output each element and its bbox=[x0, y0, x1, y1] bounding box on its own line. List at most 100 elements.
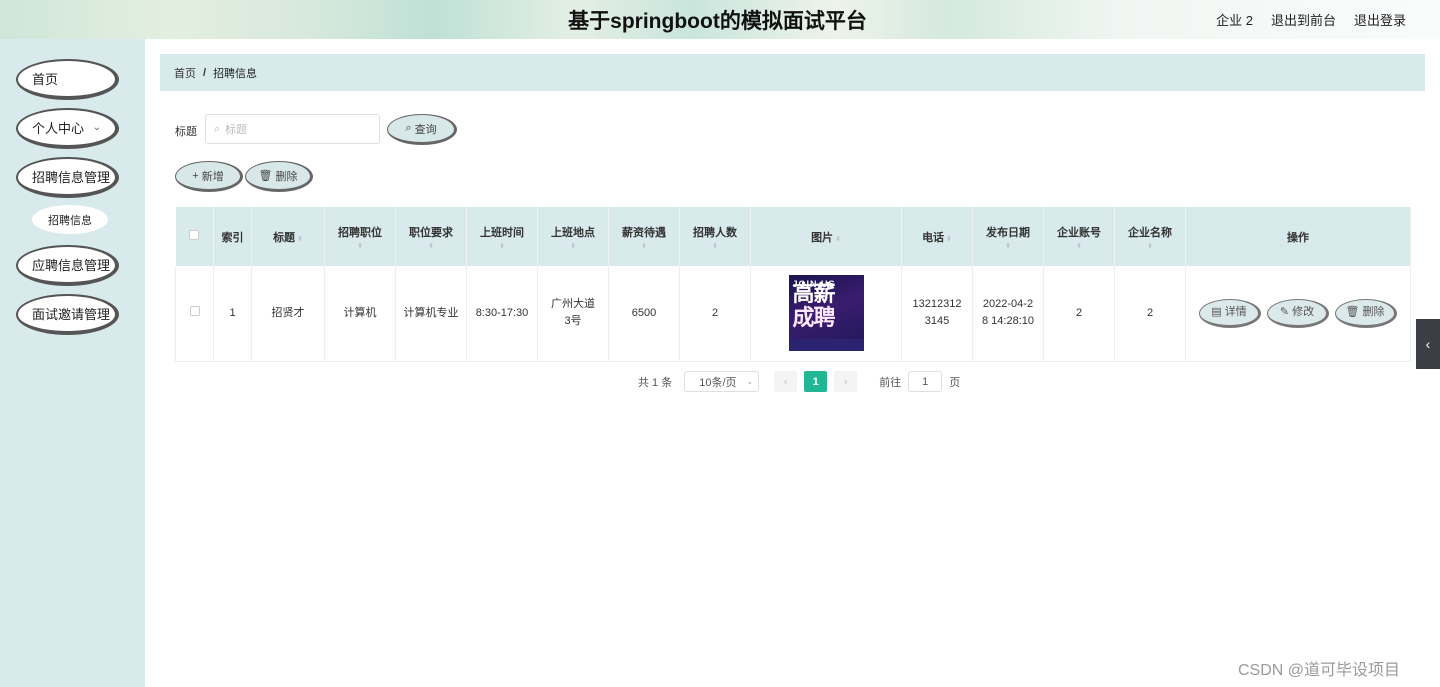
cell-index: 1 bbox=[213, 266, 252, 362]
select-all-checkbox[interactable] bbox=[175, 207, 214, 266]
search-placeholder: 标题 bbox=[225, 124, 248, 136]
col-date[interactable]: 发布日期 ⬍ bbox=[972, 207, 1044, 266]
document-icon: ▤ bbox=[1211, 305, 1222, 318]
col-work-time[interactable]: 上班时间 ⬍ bbox=[466, 207, 538, 266]
edit-button[interactable]: ✎ 修改 bbox=[1267, 298, 1329, 328]
side-drawer-toggle[interactable]: ‹ bbox=[1416, 319, 1440, 369]
delete-button-label: 删除 bbox=[275, 170, 298, 183]
trash-icon: 🗑 bbox=[1345, 305, 1360, 318]
sort-icon[interactable]: ⬍ bbox=[1046, 243, 1112, 250]
sort-icon[interactable]: ⬍ bbox=[835, 236, 841, 243]
prev-page-button[interactable]: ‹ bbox=[774, 371, 798, 392]
goto-prefix: 前往 bbox=[879, 376, 902, 389]
col-account[interactable]: 企业账号 ⬍ bbox=[1043, 207, 1115, 266]
logout-link[interactable]: 退出登录 bbox=[1354, 10, 1406, 29]
recruitment-table: 索引 标题 ⬍ 招聘职位 ⬍ 职位要求 ⬍ 上班时间 ⬍ 上班地点 ⬍ 薪资待遇 ⬍ 招聘人… bbox=[175, 207, 1411, 362]
sidebar-item-label: 个人中心 bbox=[32, 121, 85, 136]
sort-icon[interactable]: ⬍ bbox=[682, 243, 748, 250]
image-bottom-bar bbox=[788, 339, 864, 352]
chevron-down-icon: ⌄ bbox=[746, 377, 754, 386]
breadcrumb-home[interactable]: 首页 bbox=[174, 65, 196, 81]
col-index: 索引 bbox=[213, 207, 252, 266]
col-company[interactable]: 企业名称 ⬍ bbox=[1114, 207, 1186, 266]
sidebar-item-label: 招聘信息管理 bbox=[32, 170, 111, 185]
col-location[interactable]: 上班地点 ⬍ bbox=[537, 207, 609, 266]
search-icon: ⌕ bbox=[405, 122, 412, 134]
table-header-row: 索引 标题 ⬍ 招聘职位 ⬍ 职位要求 ⬍ 上班时间 ⬍ 上班地点 ⬍ 薪资待遇 ⬍ 招聘人… bbox=[175, 207, 1411, 266]
sidebar-item-label: 面试邀请管理 bbox=[32, 307, 111, 322]
cell-account: 2 bbox=[1043, 266, 1115, 362]
query-button[interactable]: ⌕ 查询 bbox=[387, 114, 457, 145]
sort-icon[interactable]: ⬍ bbox=[327, 243, 393, 250]
sidebar-item-application-manage[interactable]: 应聘信息管理 bbox=[16, 245, 119, 286]
cell-position: 计算机 bbox=[324, 266, 396, 362]
sidebar-item-interview-manage[interactable]: 面试邀请管理 bbox=[16, 294, 119, 335]
query-button-label: 查询 bbox=[414, 123, 437, 136]
back-to-front-link[interactable]: 退出到前台 bbox=[1271, 10, 1336, 29]
cell-phone: 132123123145 bbox=[901, 266, 973, 362]
col-headcount[interactable]: 招聘人数 ⬍ bbox=[679, 207, 751, 266]
page-size-value: 10条/页 bbox=[699, 376, 737, 389]
search-icon: ⌕ bbox=[214, 122, 221, 135]
sort-icon[interactable]: ⬍ bbox=[297, 236, 303, 243]
col-label: 上班地点 bbox=[551, 226, 595, 239]
phone-text: 132123123145 bbox=[912, 298, 962, 328]
sidebar-item-home[interactable]: 首页 bbox=[16, 59, 119, 100]
sidebar-item-profile[interactable]: 个人中心 ⌄ bbox=[16, 108, 119, 149]
col-title[interactable]: 标题 ⬍ bbox=[251, 207, 325, 266]
pagination-total: 共 1 条 bbox=[638, 376, 673, 389]
sort-icon[interactable]: ⬍ bbox=[946, 236, 952, 243]
pencil-icon: ✎ bbox=[1279, 305, 1290, 318]
watermark: CSDN @道可毕设项目 bbox=[1238, 662, 1401, 679]
page-size-select[interactable]: 10条/页 ⌄ bbox=[684, 371, 760, 392]
col-label: 企业账号 bbox=[1057, 226, 1101, 239]
col-label: 职位要求 bbox=[409, 226, 453, 239]
col-salary[interactable]: 薪资待遇 ⬍ bbox=[608, 207, 680, 266]
col-label: 薪资待遇 bbox=[622, 226, 666, 239]
sort-icon[interactable]: ⬍ bbox=[469, 243, 535, 250]
sort-icon[interactable]: ⬍ bbox=[975, 243, 1041, 250]
goto-page-input[interactable]: 1 bbox=[908, 371, 943, 392]
page-number-current[interactable]: 1 bbox=[804, 371, 828, 392]
col-position[interactable]: 招聘职位 ⬍ bbox=[324, 207, 396, 266]
sidebar-subitem-recruit-info[interactable]: 招聘信息 bbox=[32, 205, 108, 234]
search-label: 标题 bbox=[175, 126, 197, 138]
col-label: 招聘职位 bbox=[338, 226, 382, 239]
detail-button[interactable]: ▤ 详情 bbox=[1199, 298, 1261, 328]
sort-icon[interactable]: ⬍ bbox=[611, 243, 677, 250]
delete-row-button[interactable]: 🗑 删除 bbox=[1335, 298, 1397, 328]
sidebar-item-label: 应聘信息管理 bbox=[32, 258, 111, 273]
sort-icon[interactable]: ⬍ bbox=[1117, 243, 1183, 250]
search-input[interactable]: ⌕ 标题 bbox=[205, 114, 380, 144]
delete-label: 删除 bbox=[1362, 305, 1385, 318]
col-label: 发布日期 bbox=[986, 226, 1030, 239]
next-page-button[interactable]: › bbox=[834, 371, 858, 392]
top-header: 基于springboot的模拟面试平台 企业 2 退出到前台 退出登录 bbox=[0, 0, 1440, 39]
row-checkbox[interactable] bbox=[175, 266, 214, 362]
batch-delete-button[interactable]: 🗑 删除 bbox=[245, 161, 313, 192]
edit-label: 修改 bbox=[1292, 305, 1315, 318]
add-button[interactable]: + 新增 bbox=[175, 161, 243, 192]
col-label: 招聘人数 bbox=[693, 226, 737, 239]
col-image[interactable]: 图片 ⬍ bbox=[750, 207, 902, 266]
cell-work-time: 8:30-17:30 bbox=[466, 266, 538, 362]
col-phone[interactable]: 电话 ⬍ bbox=[901, 207, 973, 266]
plus-icon: + bbox=[192, 169, 199, 182]
cell-company: 2 bbox=[1114, 266, 1186, 362]
cell-image: JOIN US 高薪 成聘 bbox=[750, 266, 902, 362]
cell-date: 2022-04-28 14:28:10 bbox=[972, 266, 1044, 362]
recruitment-image[interactable]: JOIN US 高薪 成聘 bbox=[788, 275, 864, 352]
sort-icon[interactable]: ⬍ bbox=[398, 243, 464, 250]
chevron-left-icon: ‹ bbox=[783, 375, 788, 388]
col-label: 电话 bbox=[922, 231, 945, 244]
col-label: 标题 bbox=[273, 231, 296, 244]
image-text-line1: 高薪 bbox=[792, 281, 836, 307]
col-requirement[interactable]: 职位要求 ⬍ bbox=[395, 207, 467, 266]
sidebar-item-recruit-manage[interactable]: 招聘信息管理 bbox=[16, 157, 119, 198]
goto-suffix: 页 bbox=[949, 376, 961, 389]
date-text: 2022-04-28 14:28:10 bbox=[982, 298, 1034, 328]
cell-title: 招贤才 bbox=[251, 266, 325, 362]
sort-icon[interactable]: ⬍ bbox=[540, 243, 606, 250]
main-content: 首页 / 招聘信息 标题 ⌕ 标题 ⌕ 查询 + 新增 🗑 删除 索引 标题 ⬍ 招聘职… bbox=[145, 39, 1440, 687]
sidebar-item-label: 首页 bbox=[32, 72, 59, 87]
